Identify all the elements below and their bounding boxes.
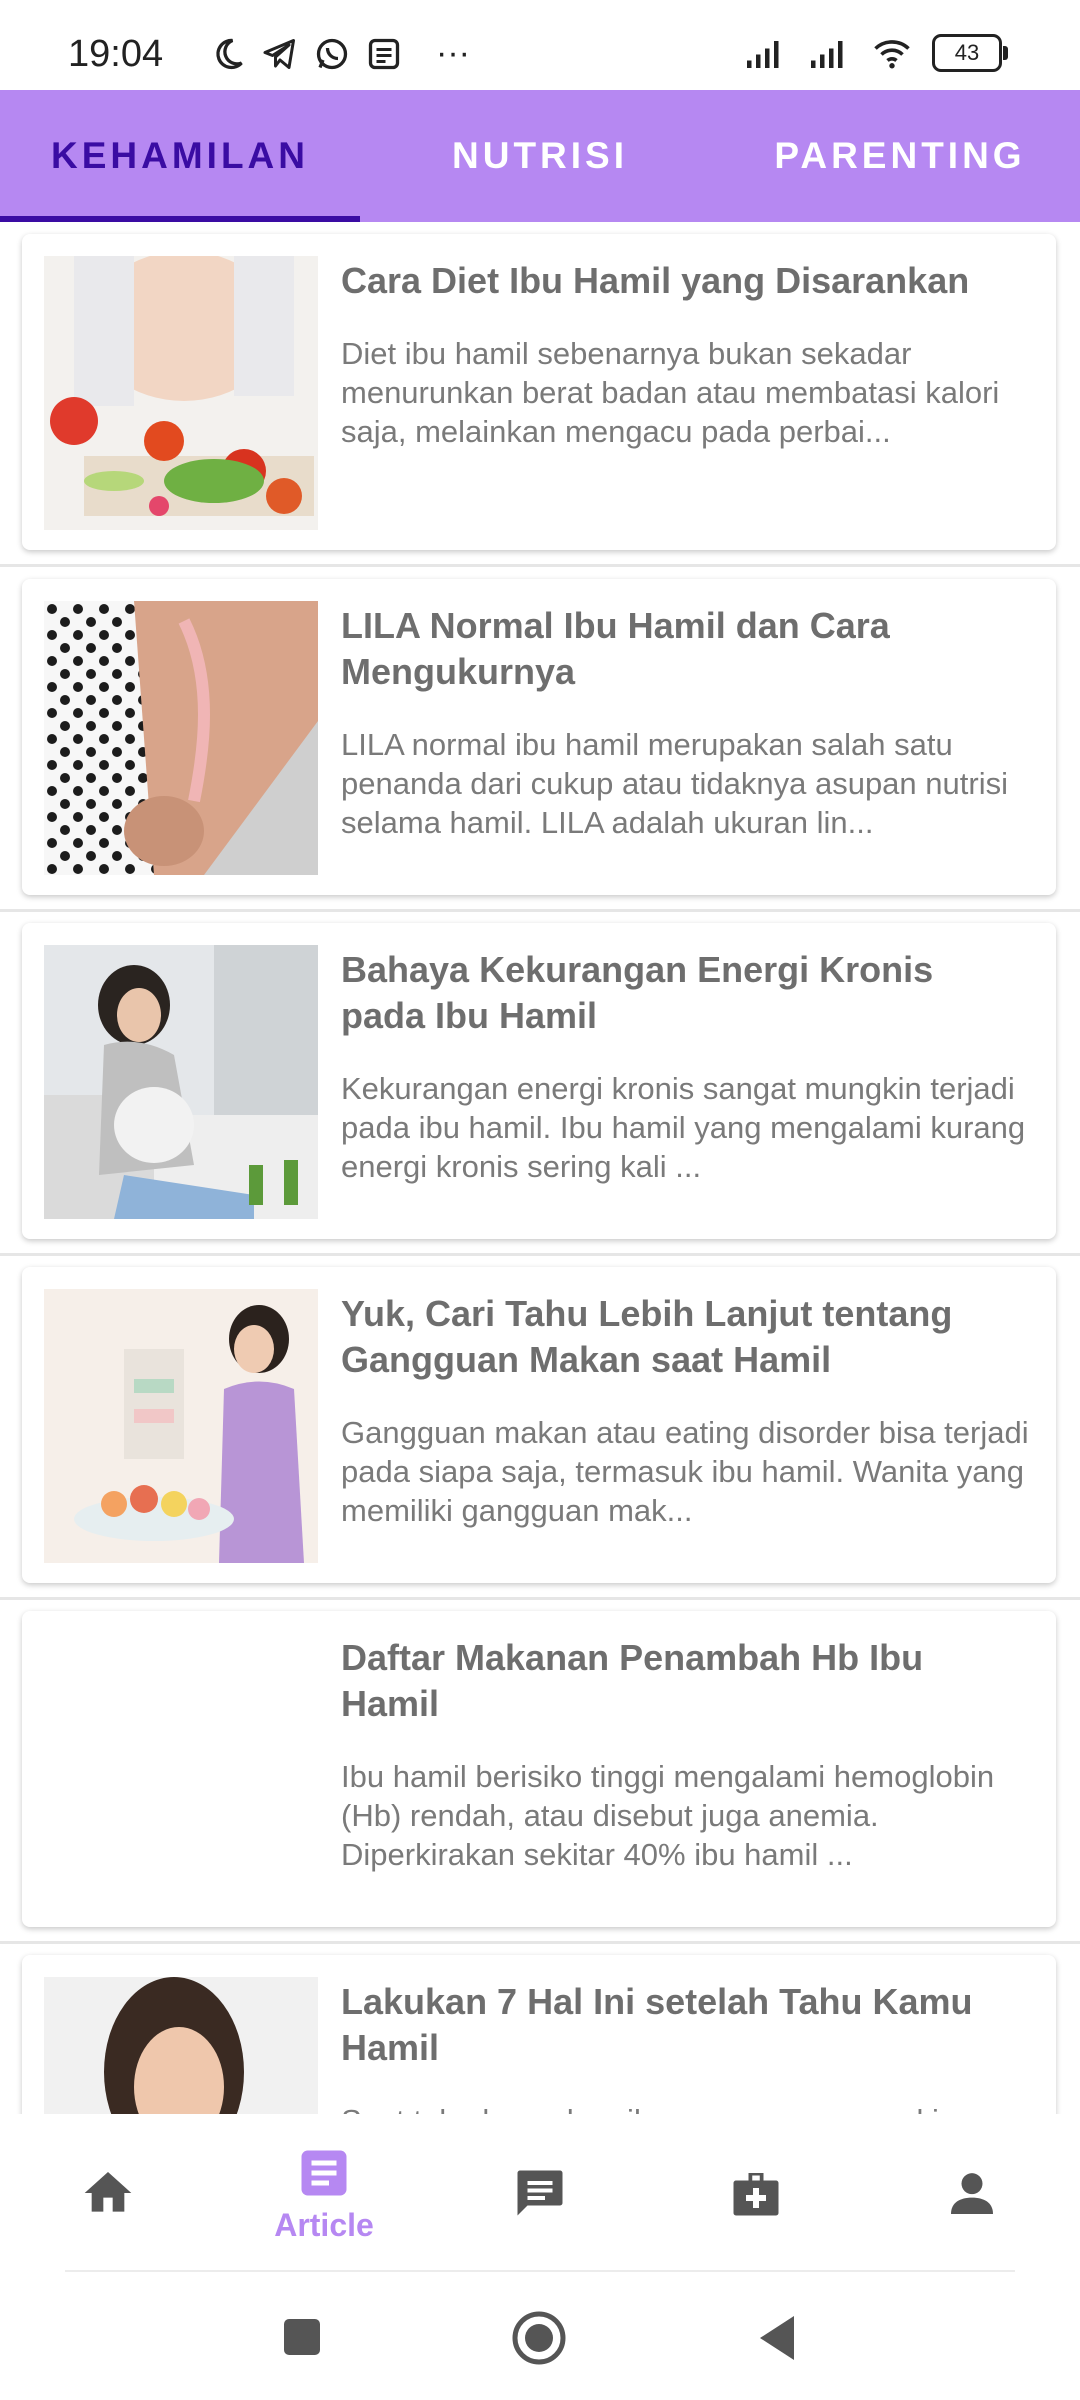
- notes-icon: [368, 38, 400, 69]
- signal-icon: [747, 41, 779, 68]
- bottom-navigation: Article: [0, 2114, 1080, 2272]
- more-notifications: ···: [436, 34, 470, 72]
- divider: [0, 909, 1080, 912]
- article-card[interactable]: LILA Normal Ibu Hamil dan Cara Mengukurn…: [22, 579, 1056, 895]
- recent-apps-icon[interactable]: [282, 2317, 322, 2357]
- medical-kit-icon: [733, 2173, 779, 2216]
- chat-icon: [517, 2170, 563, 2216]
- article-title: Lakukan 7 Hal Ini setelah Tahu Kamu Hami…: [341, 1981, 973, 2068]
- nav-article[interactable]: Article: [216, 2114, 432, 2272]
- divider: [0, 564, 1080, 567]
- status-right-icons: 43: [742, 34, 1008, 72]
- article-card[interactable]: Daftar Makanan Penambah Hb Ibu Hamil Ibu…: [22, 1611, 1056, 1927]
- divider: [0, 1941, 1080, 1944]
- nav-chat[interactable]: [432, 2114, 648, 2272]
- article-list[interactable]: Cara Diet Ibu Hamil yang Disarankan Diet…: [0, 222, 1080, 2114]
- back-button-icon[interactable]: [756, 2314, 796, 2362]
- battery-icon: 43: [932, 34, 1008, 72]
- tab-parenting[interactable]: PARENTING: [720, 90, 1080, 222]
- article-description: Diet ibu hamil sebenarnya bukan sekadar …: [341, 336, 1000, 449]
- article-thumbnail: [44, 1289, 318, 1563]
- profile-icon: [951, 2173, 993, 2214]
- article-card[interactable]: Yuk, Cari Tahu Lebih Lanjut tentang Gang…: [22, 1267, 1056, 1583]
- article-thumbnail: [44, 601, 318, 875]
- article-thumbnail: [44, 256, 318, 530]
- article-title: Daftar Makanan Penambah Hb Ibu Hamil: [341, 1637, 924, 1724]
- telegram-icon: [263, 38, 295, 69]
- status-left-icons: ···: [210, 34, 470, 73]
- home-button-icon[interactable]: [511, 2310, 567, 2366]
- tab-nutrisi[interactable]: NUTRISI: [360, 90, 720, 222]
- system-navigation-bar: [0, 2272, 1080, 2400]
- moon-icon: [216, 38, 243, 69]
- article-icon: [301, 2150, 347, 2195]
- divider: [0, 1253, 1080, 1256]
- nav-article-label: Article: [274, 2206, 374, 2243]
- divider: [0, 1597, 1080, 1600]
- article-title: Yuk, Cari Tahu Lebih Lanjut tentang Gang…: [341, 1293, 953, 1380]
- article-card[interactable]: Bahaya Kekurangan Energi Kronis pada Ibu…: [22, 923, 1056, 1239]
- article-description: Ibu hamil berisiko tinggi mengalami hemo…: [341, 1759, 995, 1872]
- nav-home[interactable]: [0, 2114, 216, 2272]
- home-icon: [84, 2172, 132, 2212]
- whatsapp-icon: [316, 38, 348, 69]
- article-title: Bahaya Kekurangan Energi Kronis pada Ibu…: [341, 949, 934, 1036]
- wifi-icon: [874, 40, 910, 69]
- article-description: Saat tahu kamu hamil, perasaanmu mungkin…: [341, 2101, 1041, 2114]
- article-thumbnail: [44, 945, 318, 1219]
- article-title: Cara Diet Ibu Hamil yang Disarankan: [341, 260, 970, 301]
- tab-kehamilan[interactable]: KEHAMILAN: [0, 90, 360, 222]
- article-card[interactable]: Cara Diet Ibu Hamil yang Disarankan Diet…: [22, 234, 1056, 550]
- article-description: Gangguan makan atau eating disorder bisa…: [341, 1415, 1029, 1528]
- nav-profile[interactable]: [864, 2114, 1080, 2272]
- status-bar: 19:04 ··· 43: [0, 0, 1080, 90]
- article-title: LILA Normal Ibu Hamil dan Cara Mengukurn…: [341, 605, 890, 692]
- article-thumbnail-empty: [44, 1633, 318, 1907]
- article-description: Kekurangan energi kronis sangat mungkin …: [341, 1071, 1026, 1184]
- article-card[interactable]: Lakukan 7 Hal Ini setelah Tahu Kamu Hami…: [22, 1955, 1056, 2114]
- article-thumbnail: [44, 1977, 318, 2114]
- category-tab-bar: KEHAMILAN NUTRISI PARENTING: [0, 90, 1080, 222]
- nav-medical[interactable]: [648, 2114, 864, 2272]
- article-description: LILA normal ibu hamil merupakan salah sa…: [341, 727, 1008, 840]
- signal-icon: [811, 41, 843, 68]
- status-time: 19:04: [68, 33, 164, 75]
